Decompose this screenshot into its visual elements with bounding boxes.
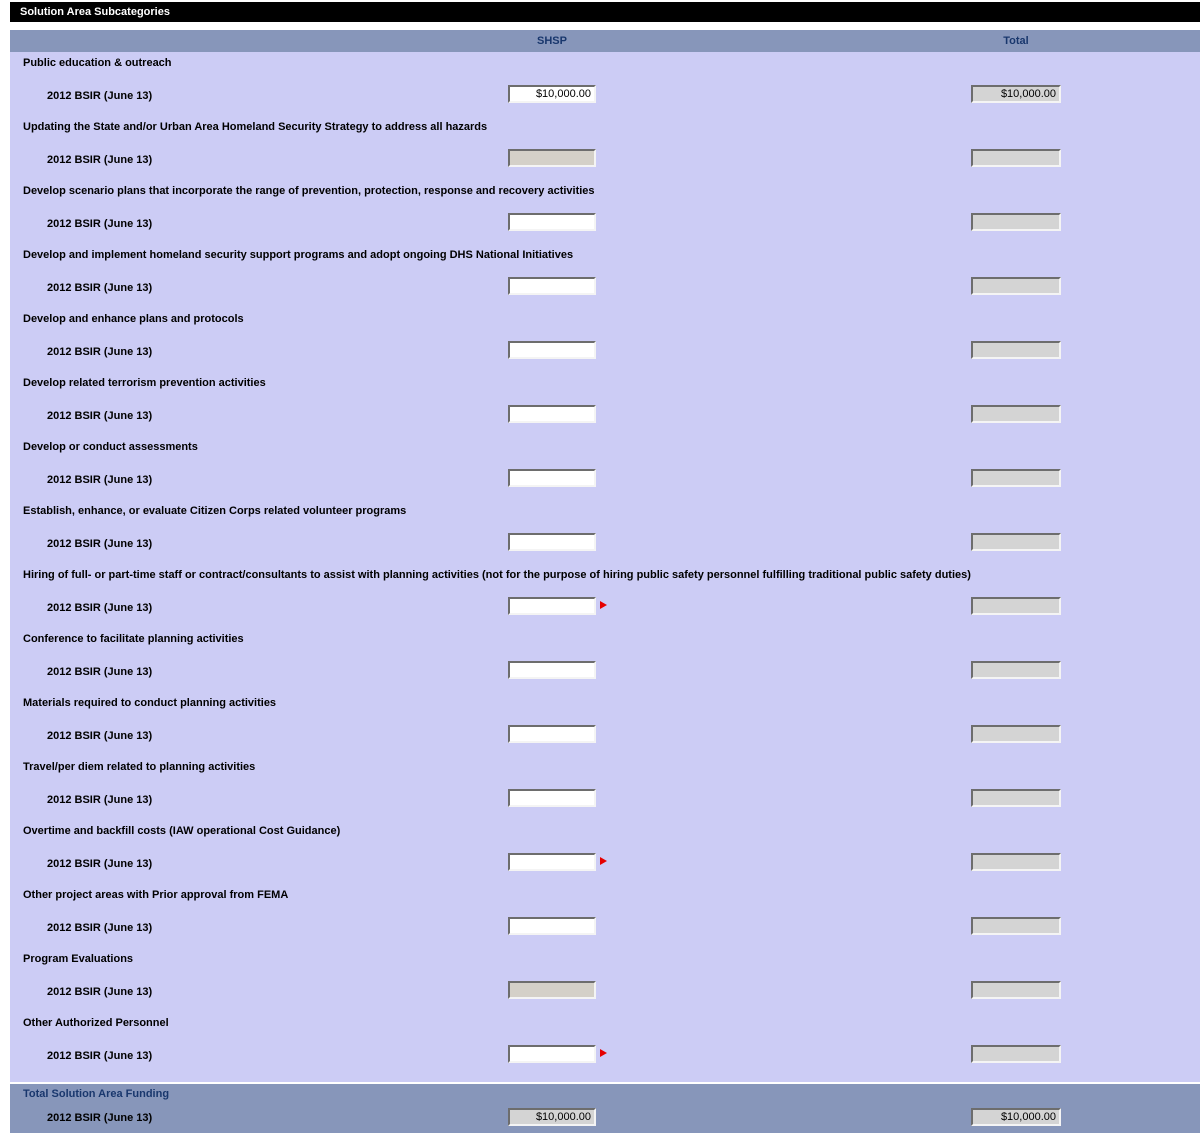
- total-amount-output: [971, 149, 1061, 167]
- shsp-amount-input[interactable]: [508, 853, 596, 871]
- category-label: Overtime and backfill costs (IAW operati…: [23, 825, 340, 837]
- required-flag-icon: [600, 601, 607, 609]
- shsp-amount-input[interactable]: [508, 725, 596, 743]
- row-label: 2012 BSIR (June 13): [47, 154, 152, 166]
- total-amount-output: [971, 1045, 1061, 1063]
- shsp-amount-input[interactable]: [508, 85, 596, 103]
- total-amount-output: [971, 853, 1061, 871]
- category-label: Develop and implement homeland security …: [23, 249, 573, 261]
- subcategory-block: Hiring of full- or part-time staff or co…: [10, 564, 1200, 628]
- total-amount-output: [971, 661, 1061, 679]
- category-label: Public education & outreach: [23, 57, 172, 69]
- grand-total-output: [971, 1108, 1061, 1126]
- category-label: Develop scenario plans that incorporate …: [23, 185, 595, 197]
- total-amount-output: [971, 917, 1061, 935]
- subcategory-block: Develop and implement homeland security …: [10, 244, 1200, 308]
- row-label: 2012 BSIR (June 13): [47, 474, 152, 486]
- row-label: 2012 BSIR (June 13): [47, 602, 152, 614]
- subcategory-block: Updating the State and/or Urban Area Hom…: [10, 116, 1200, 180]
- category-label: Materials required to conduct planning a…: [23, 697, 276, 709]
- shsp-amount-input[interactable]: [508, 1045, 596, 1063]
- subcategory-block: Public education & outreach 2012 BSIR (J…: [10, 52, 1200, 116]
- total-amount-output: [971, 789, 1061, 807]
- subcategory-block: Materials required to conduct planning a…: [10, 692, 1200, 756]
- row-label: 2012 BSIR (June 13): [47, 730, 152, 742]
- row-label: 2012 BSIR (June 13): [47, 1050, 152, 1062]
- column-header-total: Total: [971, 30, 1061, 52]
- category-label: Travel/per diem related to planning acti…: [23, 761, 255, 773]
- solution-area-panel: Solution Area Subcategories SHSP Total P…: [10, 2, 1200, 1133]
- total-amount-output: [971, 981, 1061, 999]
- category-label: Updating the State and/or Urban Area Hom…: [23, 121, 487, 133]
- shsp-amount-input[interactable]: [508, 341, 596, 359]
- subcategory-block: Other project areas with Prior approval …: [10, 884, 1200, 948]
- shsp-total-output: [508, 1108, 596, 1126]
- total-amount-output: [971, 725, 1061, 743]
- subcategory-block: Travel/per diem related to planning acti…: [10, 756, 1200, 820]
- row-label: 2012 BSIR (June 13): [47, 858, 152, 870]
- row-label: 2012 BSIR (June 13): [47, 922, 152, 934]
- row-label: 2012 BSIR (June 13): [47, 538, 152, 550]
- required-flag-icon: [600, 857, 607, 865]
- required-flag-icon: [600, 1049, 607, 1057]
- subcategory-list: Public education & outreach 2012 BSIR (J…: [10, 52, 1200, 1082]
- subcategory-block: Other Authorized Personnel 2012 BSIR (Ju…: [10, 1012, 1200, 1076]
- category-label: Develop or conduct assessments: [23, 441, 198, 453]
- category-label: Develop and enhance plans and protocols: [23, 313, 244, 325]
- category-label: Conference to facilitate planning activi…: [23, 633, 244, 645]
- category-label: Hiring of full- or part-time staff or co…: [23, 569, 971, 581]
- row-label: 2012 BSIR (June 13): [47, 986, 152, 998]
- subcategory-block: Develop and enhance plans and protocols …: [10, 308, 1200, 372]
- subcategory-block: Develop related terrorism prevention act…: [10, 372, 1200, 436]
- shsp-amount-input[interactable]: [508, 661, 596, 679]
- shsp-amount-input[interactable]: [508, 405, 596, 423]
- total-amount-output: [971, 405, 1061, 423]
- row-label: 2012 BSIR (June 13): [47, 794, 152, 806]
- shsp-amount-input[interactable]: [508, 277, 596, 295]
- subcategory-block: Program Evaluations 2012 BSIR (June 13): [10, 948, 1200, 1012]
- category-label: Other Authorized Personnel: [23, 1017, 169, 1029]
- subcategory-block: Develop or conduct assessments 2012 BSIR…: [10, 436, 1200, 500]
- category-label: Develop related terrorism prevention act…: [23, 377, 266, 389]
- shsp-amount-input[interactable]: [508, 213, 596, 231]
- panel-title-bar: Solution Area Subcategories: [10, 2, 1200, 22]
- total-amount-output: [971, 85, 1061, 103]
- category-label: Other project areas with Prior approval …: [23, 889, 288, 901]
- total-funding-section: Total Solution Area Funding 2012 BSIR (J…: [10, 1084, 1200, 1133]
- row-label: 2012 BSIR (June 13): [47, 666, 152, 678]
- shsp-amount-input[interactable]: [508, 789, 596, 807]
- row-label: 2012 BSIR (June 13): [47, 218, 152, 230]
- category-label: Program Evaluations: [23, 953, 133, 965]
- shsp-amount-input: [508, 149, 596, 167]
- shsp-amount-input: [508, 981, 596, 999]
- total-amount-output: [971, 597, 1061, 615]
- total-amount-output: [971, 213, 1061, 231]
- column-header-row: SHSP Total: [10, 30, 1200, 52]
- column-header-shsp: SHSP: [508, 30, 596, 52]
- row-label: 2012 BSIR (June 13): [47, 1112, 152, 1124]
- row-label: 2012 BSIR (June 13): [47, 282, 152, 294]
- subcategory-block: Overtime and backfill costs (IAW operati…: [10, 820, 1200, 884]
- subcategory-block: Develop scenario plans that incorporate …: [10, 180, 1200, 244]
- spacer: [10, 22, 1200, 30]
- total-funding-label: Total Solution Area Funding: [23, 1088, 169, 1100]
- row-label: 2012 BSIR (June 13): [47, 346, 152, 358]
- total-amount-output: [971, 341, 1061, 359]
- category-label: Establish, enhance, or evaluate Citizen …: [23, 505, 406, 517]
- total-amount-output: [971, 533, 1061, 551]
- total-amount-output: [971, 277, 1061, 295]
- shsp-amount-input[interactable]: [508, 533, 596, 551]
- total-amount-output: [971, 469, 1061, 487]
- shsp-amount-input[interactable]: [508, 917, 596, 935]
- shsp-amount-input[interactable]: [508, 469, 596, 487]
- subcategory-block: Establish, enhance, or evaluate Citizen …: [10, 500, 1200, 564]
- panel-title: Solution Area Subcategories: [20, 6, 170, 18]
- shsp-amount-input[interactable]: [508, 597, 596, 615]
- row-label: 2012 BSIR (June 13): [47, 410, 152, 422]
- subcategory-block: Conference to facilitate planning activi…: [10, 628, 1200, 692]
- row-label: 2012 BSIR (June 13): [47, 90, 152, 102]
